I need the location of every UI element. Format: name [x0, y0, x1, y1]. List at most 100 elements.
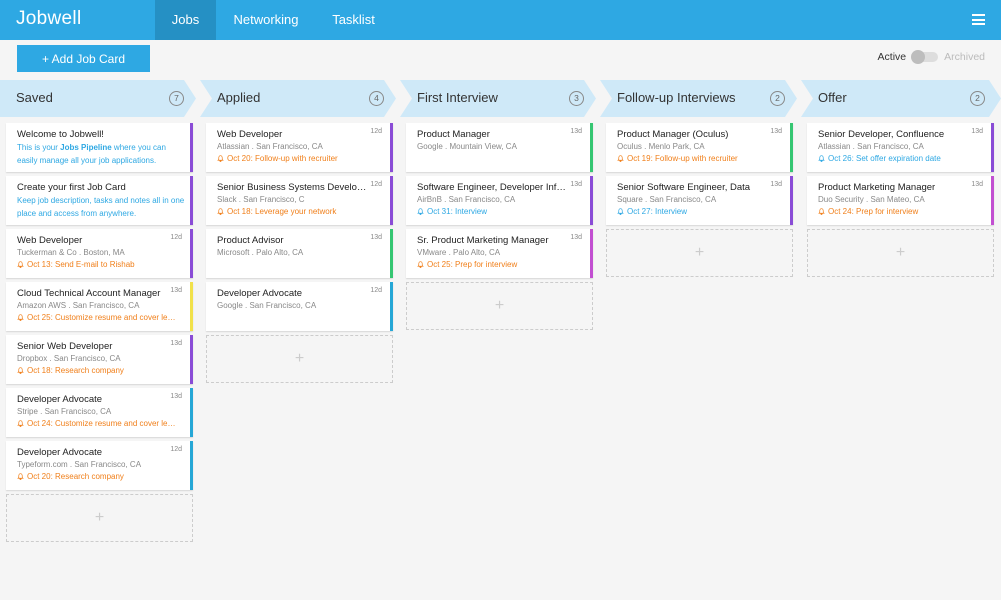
column-count-badge: 7	[169, 91, 184, 106]
column-header: Saved 7	[0, 80, 196, 117]
add-card-slot[interactable]: +	[807, 229, 994, 277]
tab-jobs[interactable]: Jobs	[155, 0, 216, 40]
company-location: Oculus . Menlo Park, CA	[617, 142, 705, 151]
next-task: Oct 25: Prep for interview	[417, 260, 577, 269]
card-age: 13d	[770, 181, 782, 188]
bell-icon	[17, 420, 24, 427]
card-age: 13d	[570, 128, 582, 135]
bell-icon	[17, 367, 24, 374]
plus-icon: +	[94, 509, 105, 526]
card-list: Product Manager Google . Mountain View, C…	[406, 123, 593, 330]
job-card[interactable]: Senior Web Developer Dropbox . San Franci…	[6, 335, 193, 384]
welcome-description: Keep job description, tasks and notes al…	[17, 196, 185, 218]
job-card[interactable]: Developer Advocate Typeform.com . San Fra…	[6, 441, 193, 490]
tab-tasklist[interactable]: Tasklist	[322, 0, 385, 40]
card-age: 13d	[971, 181, 983, 188]
bell-icon	[17, 314, 24, 321]
add-card-slot[interactable]: +	[606, 229, 793, 277]
company-location: Dropbox . San Francisco, CA	[17, 354, 121, 363]
welcome-card[interactable]: Create your first Job Card Keep job descr…	[6, 176, 193, 225]
card-age: 12d	[170, 446, 182, 453]
job-title: Web Developer	[217, 129, 283, 140]
company-location: Microsoft . Palo Alto, CA	[217, 248, 304, 257]
job-card[interactable]: Software Engineer, Developer Infrastruct…	[406, 176, 593, 225]
company-location: Google . San Francisco, CA	[217, 301, 317, 310]
app-logo[interactable]: Jobwell	[16, 8, 81, 30]
job-card[interactable]: Developer Advocate Google . San Francisco…	[206, 282, 393, 331]
card-age: 12d	[170, 234, 182, 241]
company-location: Slack . San Francisco, C	[217, 195, 305, 204]
add-card-slot[interactable]: +	[406, 282, 593, 330]
company-location: Typeform.com . San Francisco, CA	[17, 460, 142, 469]
column-count-badge: 4	[369, 91, 384, 106]
next-task: Oct 24: Prep for interview	[818, 207, 978, 216]
job-card[interactable]: Senior Software Engineer, Data Square . S…	[606, 176, 793, 225]
bell-icon	[217, 155, 224, 162]
next-task: Oct 18: Leverage your network	[217, 207, 377, 216]
card-list: Product Manager (Oculus) Oculus . Menlo P…	[606, 123, 793, 277]
bell-icon	[417, 208, 424, 215]
job-card[interactable]: Product Manager (Oculus) Oculus . Menlo P…	[606, 123, 793, 172]
job-card[interactable]: Web Developer Tuckerman & Co . Boston, MA…	[6, 229, 193, 278]
column-title: Offer	[818, 90, 847, 105]
column-title: Follow-up Interviews	[617, 90, 736, 105]
card-age: 13d	[170, 393, 182, 400]
welcome-card[interactable]: Welcome to Jobwell! This is your Jobs Pip…	[6, 123, 193, 172]
job-card[interactable]: Product Advisor Microsoft . Palo Alto, CA…	[206, 229, 393, 278]
next-task: Oct 31: Interview	[417, 207, 577, 216]
job-title: Developer Advocate	[17, 447, 103, 458]
archive-toggle-switch[interactable]	[911, 50, 939, 64]
job-title: Product Manager	[417, 129, 490, 140]
job-title: Senior Business Systems Developer	[217, 182, 367, 193]
column-first-interview: First Interview 3 Product Manager Google . …	[400, 80, 596, 330]
job-title: Senior Web Developer	[17, 341, 113, 352]
next-task: Oct 19: Follow-up with recruiter	[617, 154, 777, 163]
job-title: Software Engineer, Developer Infrastruct…	[417, 182, 567, 193]
company-location: AirBnB . San Francisco, CA	[417, 195, 516, 204]
next-task: Oct 24: Customize resume and cover lette…	[17, 419, 177, 428]
job-card[interactable]: Sr. Product Marketing Manager VMware . Pa…	[406, 229, 593, 278]
bell-icon	[17, 473, 24, 480]
add-card-slot[interactable]: +	[6, 494, 193, 542]
job-card[interactable]: Developer Advocate Stripe . San Francisco…	[6, 388, 193, 437]
column-title: First Interview	[417, 90, 498, 105]
job-title: Product Marketing Manager	[818, 182, 936, 193]
job-card[interactable]: Senior Business Systems Developer Slack .…	[206, 176, 393, 225]
card-age: 13d	[971, 128, 983, 135]
job-title: Senior Developer, Confluence	[818, 129, 945, 140]
bell-icon	[17, 261, 24, 268]
job-card[interactable]: Web Developer Atlassian . San Francisco, …	[206, 123, 393, 172]
bell-icon	[417, 261, 424, 268]
job-card[interactable]: Product Marketing Manager Duo Security . …	[807, 176, 994, 225]
job-title: Developer Advocate	[217, 288, 303, 299]
column-applied: Applied 4 Web Developer Atlassian . San Fra…	[200, 80, 396, 383]
card-age: 12d	[370, 181, 382, 188]
column-header: Follow-up Interviews 2	[600, 80, 797, 117]
next-task: Oct 27: Interview	[617, 207, 777, 216]
column-follow-up-interviews: Follow-up Interviews 2 Product Manager (Oc…	[600, 80, 797, 277]
active-label: Active	[877, 51, 907, 63]
hamburger-menu-icon[interactable]	[972, 14, 985, 25]
job-title: Cloud Technical Account Manager	[17, 288, 161, 299]
job-title: Web Developer	[17, 235, 83, 246]
top-nav-bar: Jobwell Jobs Networking Tasklist	[0, 0, 1001, 40]
bell-icon	[617, 208, 624, 215]
tab-networking[interactable]: Networking	[222, 0, 310, 40]
plus-icon: +	[294, 350, 305, 367]
bell-icon	[818, 155, 825, 162]
card-list: Senior Developer, Confluence Atlassian . …	[807, 123, 994, 277]
company-location: Square . San Francisco, CA	[617, 195, 717, 204]
welcome-description: This is your Jobs Pipeline where you can…	[17, 143, 166, 165]
column-title: Applied	[217, 90, 261, 105]
card-age: 12d	[370, 287, 382, 294]
add-card-slot[interactable]: +	[206, 335, 393, 383]
plus-icon: +	[494, 297, 505, 314]
column-count-badge: 2	[970, 91, 985, 106]
card-age: 12d	[370, 128, 382, 135]
toggle-knob	[911, 50, 926, 64]
next-task: Oct 20: Research company	[17, 472, 177, 481]
job-card[interactable]: Senior Developer, Confluence Atlassian . …	[807, 123, 994, 172]
job-card[interactable]: Cloud Technical Account Manager Amazon AW…	[6, 282, 193, 331]
job-card[interactable]: Product Manager Google . Mountain View, C…	[406, 123, 593, 172]
add-job-card-button[interactable]: + Add Job Card	[17, 45, 150, 72]
